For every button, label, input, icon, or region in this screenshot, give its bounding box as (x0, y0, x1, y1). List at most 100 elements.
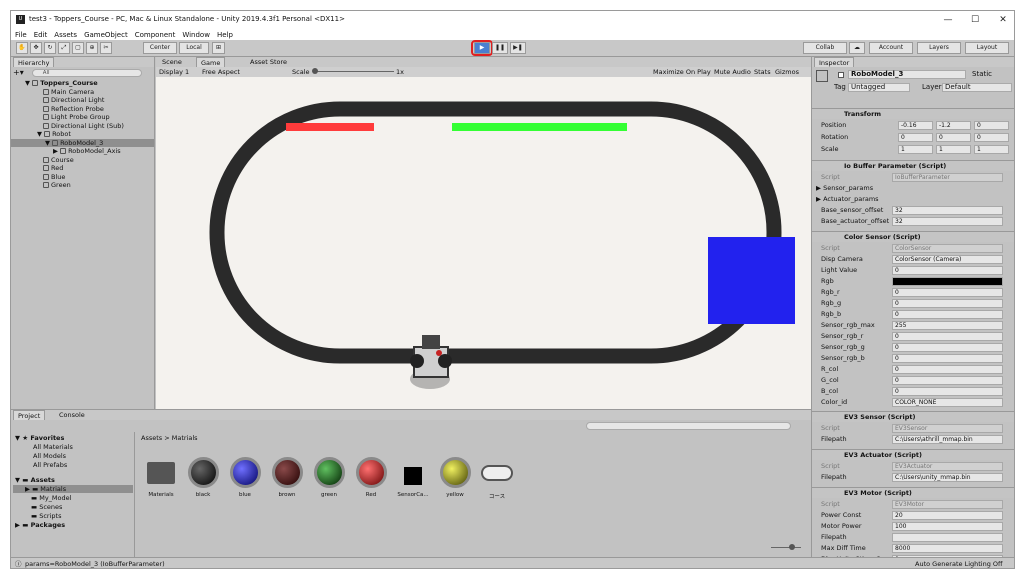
color-sensor-field[interactable]: 0 (892, 365, 1003, 374)
color-sensor-field[interactable]: COLOR_NONE (892, 398, 1003, 407)
hierarchy-item[interactable]: Course (43, 156, 74, 165)
menu-window[interactable]: Window (182, 31, 210, 39)
color-sensor-field[interactable]: 255 (892, 321, 1003, 330)
account-dropdown[interactable]: Account (869, 42, 913, 54)
asset-folder[interactable]: Materials (143, 457, 179, 498)
asset-material[interactable]: blue (227, 457, 263, 498)
create-button[interactable]: +▾ (13, 68, 24, 77)
pivot-local-button[interactable]: Local (179, 42, 209, 54)
fav-item[interactable]: All Prefabs (33, 461, 67, 469)
stats-toggle[interactable]: Stats (754, 67, 771, 77)
menu-help[interactable]: Help (217, 31, 233, 39)
menu-file[interactable]: File (15, 31, 27, 39)
folder-matrials[interactable]: ▶ ▬ Matrials (13, 485, 133, 493)
play-button[interactable]: ▶ (474, 42, 490, 54)
layer-dropdown[interactable]: Default (942, 83, 1012, 92)
rect-tool-icon[interactable]: ▢ (72, 42, 84, 54)
tab-game[interactable]: Game (196, 57, 226, 67)
hierarchy-search-input[interactable]: All (31, 68, 142, 77)
scale-z[interactable]: 1 (974, 145, 1009, 154)
layout-dropdown[interactable]: Layout (965, 42, 1009, 54)
pause-button[interactable]: ❚❚ (492, 42, 508, 54)
ev3-motor-field[interactable] (892, 533, 1003, 542)
ev3-motor-header[interactable]: EV3 Motor (Script) (812, 487, 1014, 498)
color-sensor-field[interactable]: 0 (892, 266, 1003, 275)
tab-asset-store[interactable]: Asset Store (246, 57, 291, 67)
color-sensor-field[interactable]: 0 (892, 387, 1003, 396)
asset-mesh[interactable]: コース (479, 457, 515, 500)
transform-tool-icon[interactable]: ⊕ (86, 42, 98, 54)
transform-header[interactable]: Transform (812, 108, 1014, 119)
scale-y[interactable]: 1 (936, 145, 971, 154)
collab-dropdown[interactable]: Collab (803, 42, 847, 54)
color-sensor-header[interactable]: Color Sensor (Script) (812, 231, 1014, 242)
ev3-motor-field[interactable]: 8000 (892, 544, 1003, 553)
cloud-icon[interactable]: ☁ (849, 42, 865, 54)
hierarchy-item-robot[interactable]: ▼ Robot (37, 130, 71, 139)
assets-folder[interactable]: ▼ ▬ Assets (15, 476, 55, 484)
asset-material[interactable]: black (185, 457, 221, 498)
hierarchy-item[interactable]: Reflection Probe (43, 105, 104, 114)
hierarchy-item[interactable]: ▶ RoboModel_Axis (53, 147, 121, 156)
scale-tool-icon[interactable]: ⤢ (58, 42, 70, 54)
status-message[interactable]: params=RoboModel_3 (IoBufferParameter) (25, 558, 165, 568)
color-sensor-field[interactable]: 0 (892, 332, 1003, 341)
asset-material[interactable]: Red (353, 457, 389, 498)
rotation-z[interactable]: 0 (974, 133, 1009, 142)
maximize-on-play-toggle[interactable]: Maximize On Play (653, 67, 711, 77)
hierarchy-item[interactable]: Main Camera (43, 88, 94, 97)
color-sensor-field[interactable]: ColorSensor (Camera) (892, 255, 1003, 264)
hierarchy-item[interactable]: Red (43, 164, 63, 173)
hierarchy-item[interactable]: Directional Light (Sub) (43, 122, 124, 131)
layers-dropdown[interactable]: Layers (917, 42, 961, 54)
position-y[interactable]: -1.2 (936, 121, 971, 130)
menu-component[interactable]: Component (135, 31, 176, 39)
tag-dropdown[interactable]: Untagged (848, 83, 910, 92)
tab-hierarchy[interactable]: Hierarchy (13, 57, 55, 67)
io-buffer-header[interactable]: Io Buffer Parameter (Script) (812, 160, 1014, 171)
move-tool-icon[interactable]: ✥ (30, 42, 42, 54)
tab-inspector[interactable]: Inspector (814, 57, 855, 67)
tab-console[interactable]: Console (55, 410, 89, 420)
tab-scene[interactable]: Scene (158, 57, 186, 67)
minimize-button[interactable]: — (936, 13, 960, 27)
rotation-x[interactable]: 0 (898, 133, 933, 142)
static-toggle[interactable]: Static (972, 70, 1012, 79)
menu-gameobject[interactable]: GameObject (84, 31, 128, 39)
color-sensor-field[interactable] (892, 277, 1003, 286)
close-button[interactable]: ✕ (991, 13, 1014, 27)
icon-size-slider[interactable] (771, 544, 801, 550)
folder-scenes[interactable]: ▬ Scenes (31, 503, 62, 511)
sensor-params-foldout[interactable]: ▶ Sensor_params (816, 183, 1003, 194)
scale-x[interactable]: 1 (898, 145, 933, 154)
ev3-motor-field[interactable]: 100 (892, 522, 1003, 531)
menu-assets[interactable]: Assets (54, 31, 77, 39)
color-sensor-field[interactable]: 0 (892, 310, 1003, 319)
fav-item[interactable]: All Models (33, 452, 66, 460)
position-x[interactable]: -0.16 (898, 121, 933, 130)
asset-render-texture[interactable]: SensorCa... (395, 457, 431, 498)
folder-my-model[interactable]: ▬ My_Model (31, 494, 71, 502)
aspect-dropdown[interactable]: Free Aspect (202, 67, 288, 77)
ev3-motor-field[interactable]: 20 (892, 511, 1003, 520)
hierarchy-item[interactable]: Green (43, 181, 71, 190)
hierarchy-item-selected[interactable]: ▼ RoboModel_3 (11, 138, 154, 147)
color-sensor-field[interactable]: 0 (892, 376, 1003, 385)
menu-edit[interactable]: Edit (34, 31, 48, 39)
hand-tool-icon[interactable]: ✋ (16, 42, 28, 54)
hierarchy-item[interactable]: Blue (43, 173, 65, 182)
rotate-tool-icon[interactable]: ↻ (44, 42, 56, 54)
fav-item[interactable]: All Materials (33, 443, 73, 451)
actuator-params-foldout[interactable]: ▶ Actuator_params (816, 194, 1003, 205)
ev3-sensor-header[interactable]: EV3 Sensor (Script) (812, 411, 1014, 422)
hierarchy-item[interactable]: Light Probe Group (43, 113, 110, 122)
object-name-field[interactable]: RoboModel_3 (848, 70, 966, 79)
gizmos-dropdown[interactable]: Gizmos (775, 67, 799, 77)
asset-material[interactable]: green (311, 457, 347, 498)
ev3-actuator-header[interactable]: EV3 Actuator (Script) (812, 449, 1014, 460)
scale-slider[interactable] (312, 68, 394, 74)
asset-material[interactable]: yellow (437, 457, 473, 498)
color-sensor-field[interactable]: 0 (892, 343, 1003, 352)
packages-folder[interactable]: ▶ ▬ Packages (15, 521, 65, 529)
active-checkbox[interactable] (838, 72, 844, 78)
